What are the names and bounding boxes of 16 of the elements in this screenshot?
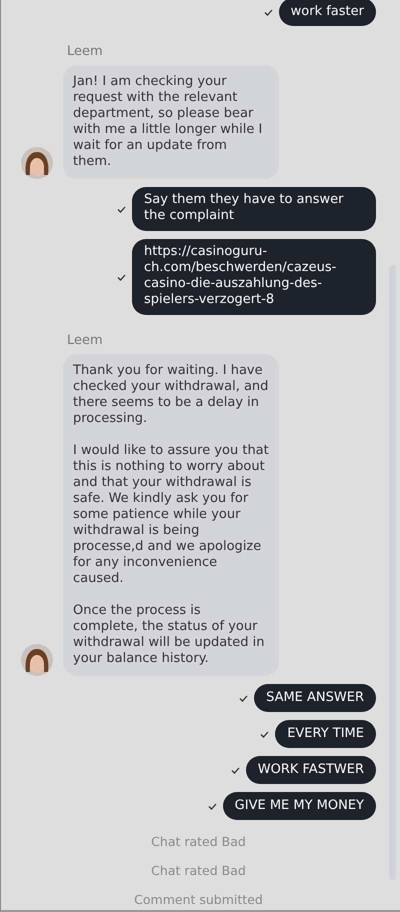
- avatar: [21, 644, 53, 676]
- agent-message: Jan! I am checking your request with the relevant department, so please bear with me a little longer while I wait for an update from them.: [63, 65, 279, 179]
- agent-message: Thank you for waiting. I have checked your withdrawal, and there seems to be a delay in processing. I would like to assure you that this is nothing to worry about and that your withdrawal is safe. We kindly ask you for some patience while your withdrawal is being processe,d and we apologize for any inconvenience caused. Once the process is complete, the status of your withdrawal will be updated in your balance history.: [63, 354, 279, 676]
- user-message: EVERY TIME: [275, 720, 376, 748]
- agent-name: Leem: [67, 333, 104, 348]
- user-message: GIVE ME MY MONEY: [222, 792, 376, 820]
- user-message: WORK FASTWER: [246, 756, 376, 784]
- status-text: Chat rated Bad: [151, 834, 246, 849]
- status-text: Comment submitted: [134, 892, 263, 907]
- avatar: [21, 147, 53, 179]
- status-text: Chat rated Bad: [151, 863, 246, 878]
- user-message: Say them they have to answer the complaint: [132, 187, 376, 231]
- user-message: work faster: [278, 0, 376, 26]
- agent-name: Leem: [67, 44, 104, 59]
- user-message: https://casinoguru-ch.com/beschwerden/cazeus-casino-die-auszahlung-des-spielers-verzogert-8: [132, 239, 376, 315]
- user-message: SAME ANSWER: [254, 684, 376, 712]
